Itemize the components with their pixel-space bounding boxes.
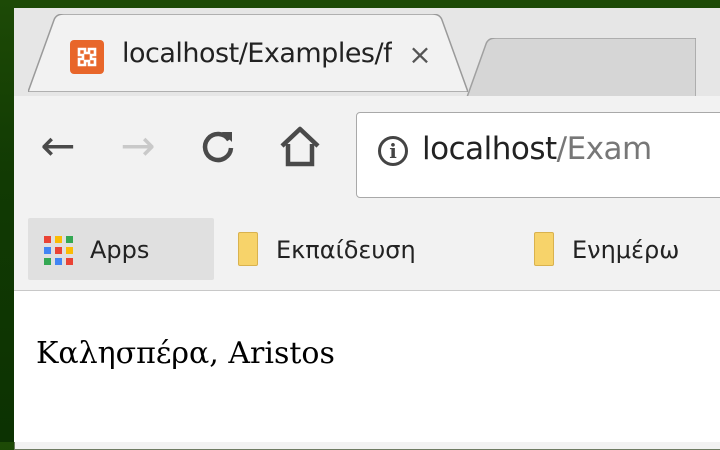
bookmark-apps-label: Apps xyxy=(90,236,150,264)
bookmark-folder-enimerosi[interactable]: Ενημέρω xyxy=(572,236,720,264)
url-host: localhost xyxy=(422,131,557,167)
xampp-icon xyxy=(70,40,104,74)
url-text[interactable]: localhost/Exam xyxy=(422,131,652,167)
reload-icon xyxy=(202,131,234,163)
info-icon[interactable]: i xyxy=(378,136,408,166)
close-tab-icon[interactable]: × xyxy=(405,38,435,72)
url-path: /Exam xyxy=(556,131,653,167)
forward-button[interactable]: → xyxy=(116,124,160,168)
folder-icon xyxy=(534,232,554,266)
folder-icon xyxy=(238,232,258,266)
home-icon xyxy=(280,126,320,167)
reload-button[interactable] xyxy=(196,124,240,168)
bookmark-folder-ekpaidefsi[interactable]: Εκπαίδευση xyxy=(276,236,416,264)
greeting-text: Καλησπέρα, Aristos xyxy=(36,336,335,371)
home-button[interactable] xyxy=(278,124,322,168)
back-button[interactable]: ← xyxy=(36,124,80,168)
new-tab-button[interactable] xyxy=(466,38,696,100)
apps-grid-icon xyxy=(44,236,74,266)
tab-title: localhost/Examples/form xyxy=(122,38,392,69)
